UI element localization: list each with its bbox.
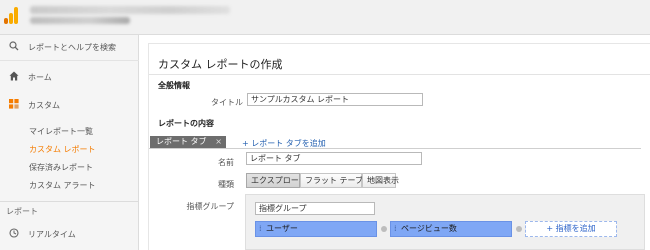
sidebar-search-label: レポートとヘルプを検索: [28, 43, 116, 52]
sidebar-item-label: ホーム: [28, 72, 52, 82]
sidebar-item-realtime[interactable]: リアルタイム: [0, 223, 139, 245]
clock-icon: [0, 227, 22, 241]
sidebar-item-home[interactable]: ホーム: [0, 65, 139, 89]
type-explorer-button[interactable]: エクスプローラ: [246, 173, 307, 188]
main-content: カスタム レポートの作成 全般情報 タイトル サンプルカスタム レポート レポー…: [140, 35, 650, 250]
title-divider: [149, 74, 650, 75]
property-name-redacted[interactable]: [30, 17, 130, 24]
remove-metric-users-button[interactable]: [381, 226, 387, 232]
remove-metric-pageviews-button[interactable]: [516, 226, 522, 232]
sidebar-item-custom-reports[interactable]: カスタム レポート: [0, 140, 139, 158]
sidebar-divider: [0, 201, 139, 202]
metric-pill-users[interactable]: ⁞ ユーザー: [255, 221, 377, 237]
custom-reports-icon: [0, 98, 22, 112]
page-title: カスタム レポートの作成: [158, 58, 283, 71]
metric-pill-label: ユーザー: [266, 224, 298, 233]
general-info-heading: 全般情報: [158, 81, 190, 90]
metric-group-label: 指標グループ: [186, 202, 234, 211]
close-icon[interactable]: ×: [215, 137, 222, 147]
metric-pill-label: ページビュー数: [401, 224, 457, 233]
add-metric-button[interactable]: + 指標を追加: [525, 221, 617, 237]
sidebar: レポートとヘルプを検索 ホーム カスタム マイレポート一覧 カスタム レポート …: [0, 35, 139, 250]
title-label: タイトル: [211, 98, 243, 107]
search-icon: [0, 41, 22, 54]
top-bar: [0, 0, 650, 35]
sidebar-search[interactable]: レポートとヘルプを検索: [0, 35, 139, 61]
title-input[interactable]: サンプルカスタム レポート: [247, 93, 423, 106]
home-icon: [0, 71, 22, 84]
type-label: 種類: [218, 180, 234, 189]
drag-handle-icon[interactable]: ⁞: [259, 222, 262, 236]
report-tab-chip[interactable]: レポート タブ ×: [150, 136, 226, 148]
account-name-redacted[interactable]: [30, 6, 230, 14]
name-label: 名前: [218, 158, 234, 167]
report-tab-chip-label: レポート タブ: [156, 137, 207, 146]
report-content-heading: レポートの内容: [158, 119, 214, 128]
google-analytics-logo[interactable]: [4, 7, 19, 24]
sidebar-section-reports: レポート: [6, 207, 38, 216]
drag-handle-icon[interactable]: ⁞: [394, 222, 397, 236]
type-flat-table-button[interactable]: フラット テーブル: [300, 173, 371, 188]
type-map-overlay-button[interactable]: 地図表示: [362, 173, 399, 188]
sidebar-item-custom-alerts[interactable]: カスタム アラート: [0, 176, 139, 194]
metric-group-name-input[interactable]: 指標グループ: [255, 202, 375, 215]
sidebar-item-custom[interactable]: カスタム: [0, 93, 139, 117]
metric-pill-pageviews[interactable]: ⁞ ページビュー数: [390, 221, 512, 237]
sidebar-item-saved-reports[interactable]: 保存済みレポート: [0, 158, 139, 176]
tab-name-input[interactable]: レポート タブ: [246, 152, 422, 165]
tab-underline: [149, 148, 641, 149]
sidebar-item-my-reports[interactable]: マイレポート一覧: [0, 122, 139, 140]
sidebar-item-label: カスタム: [28, 100, 60, 110]
sidebar-item-label: リアルタイム: [28, 229, 76, 239]
